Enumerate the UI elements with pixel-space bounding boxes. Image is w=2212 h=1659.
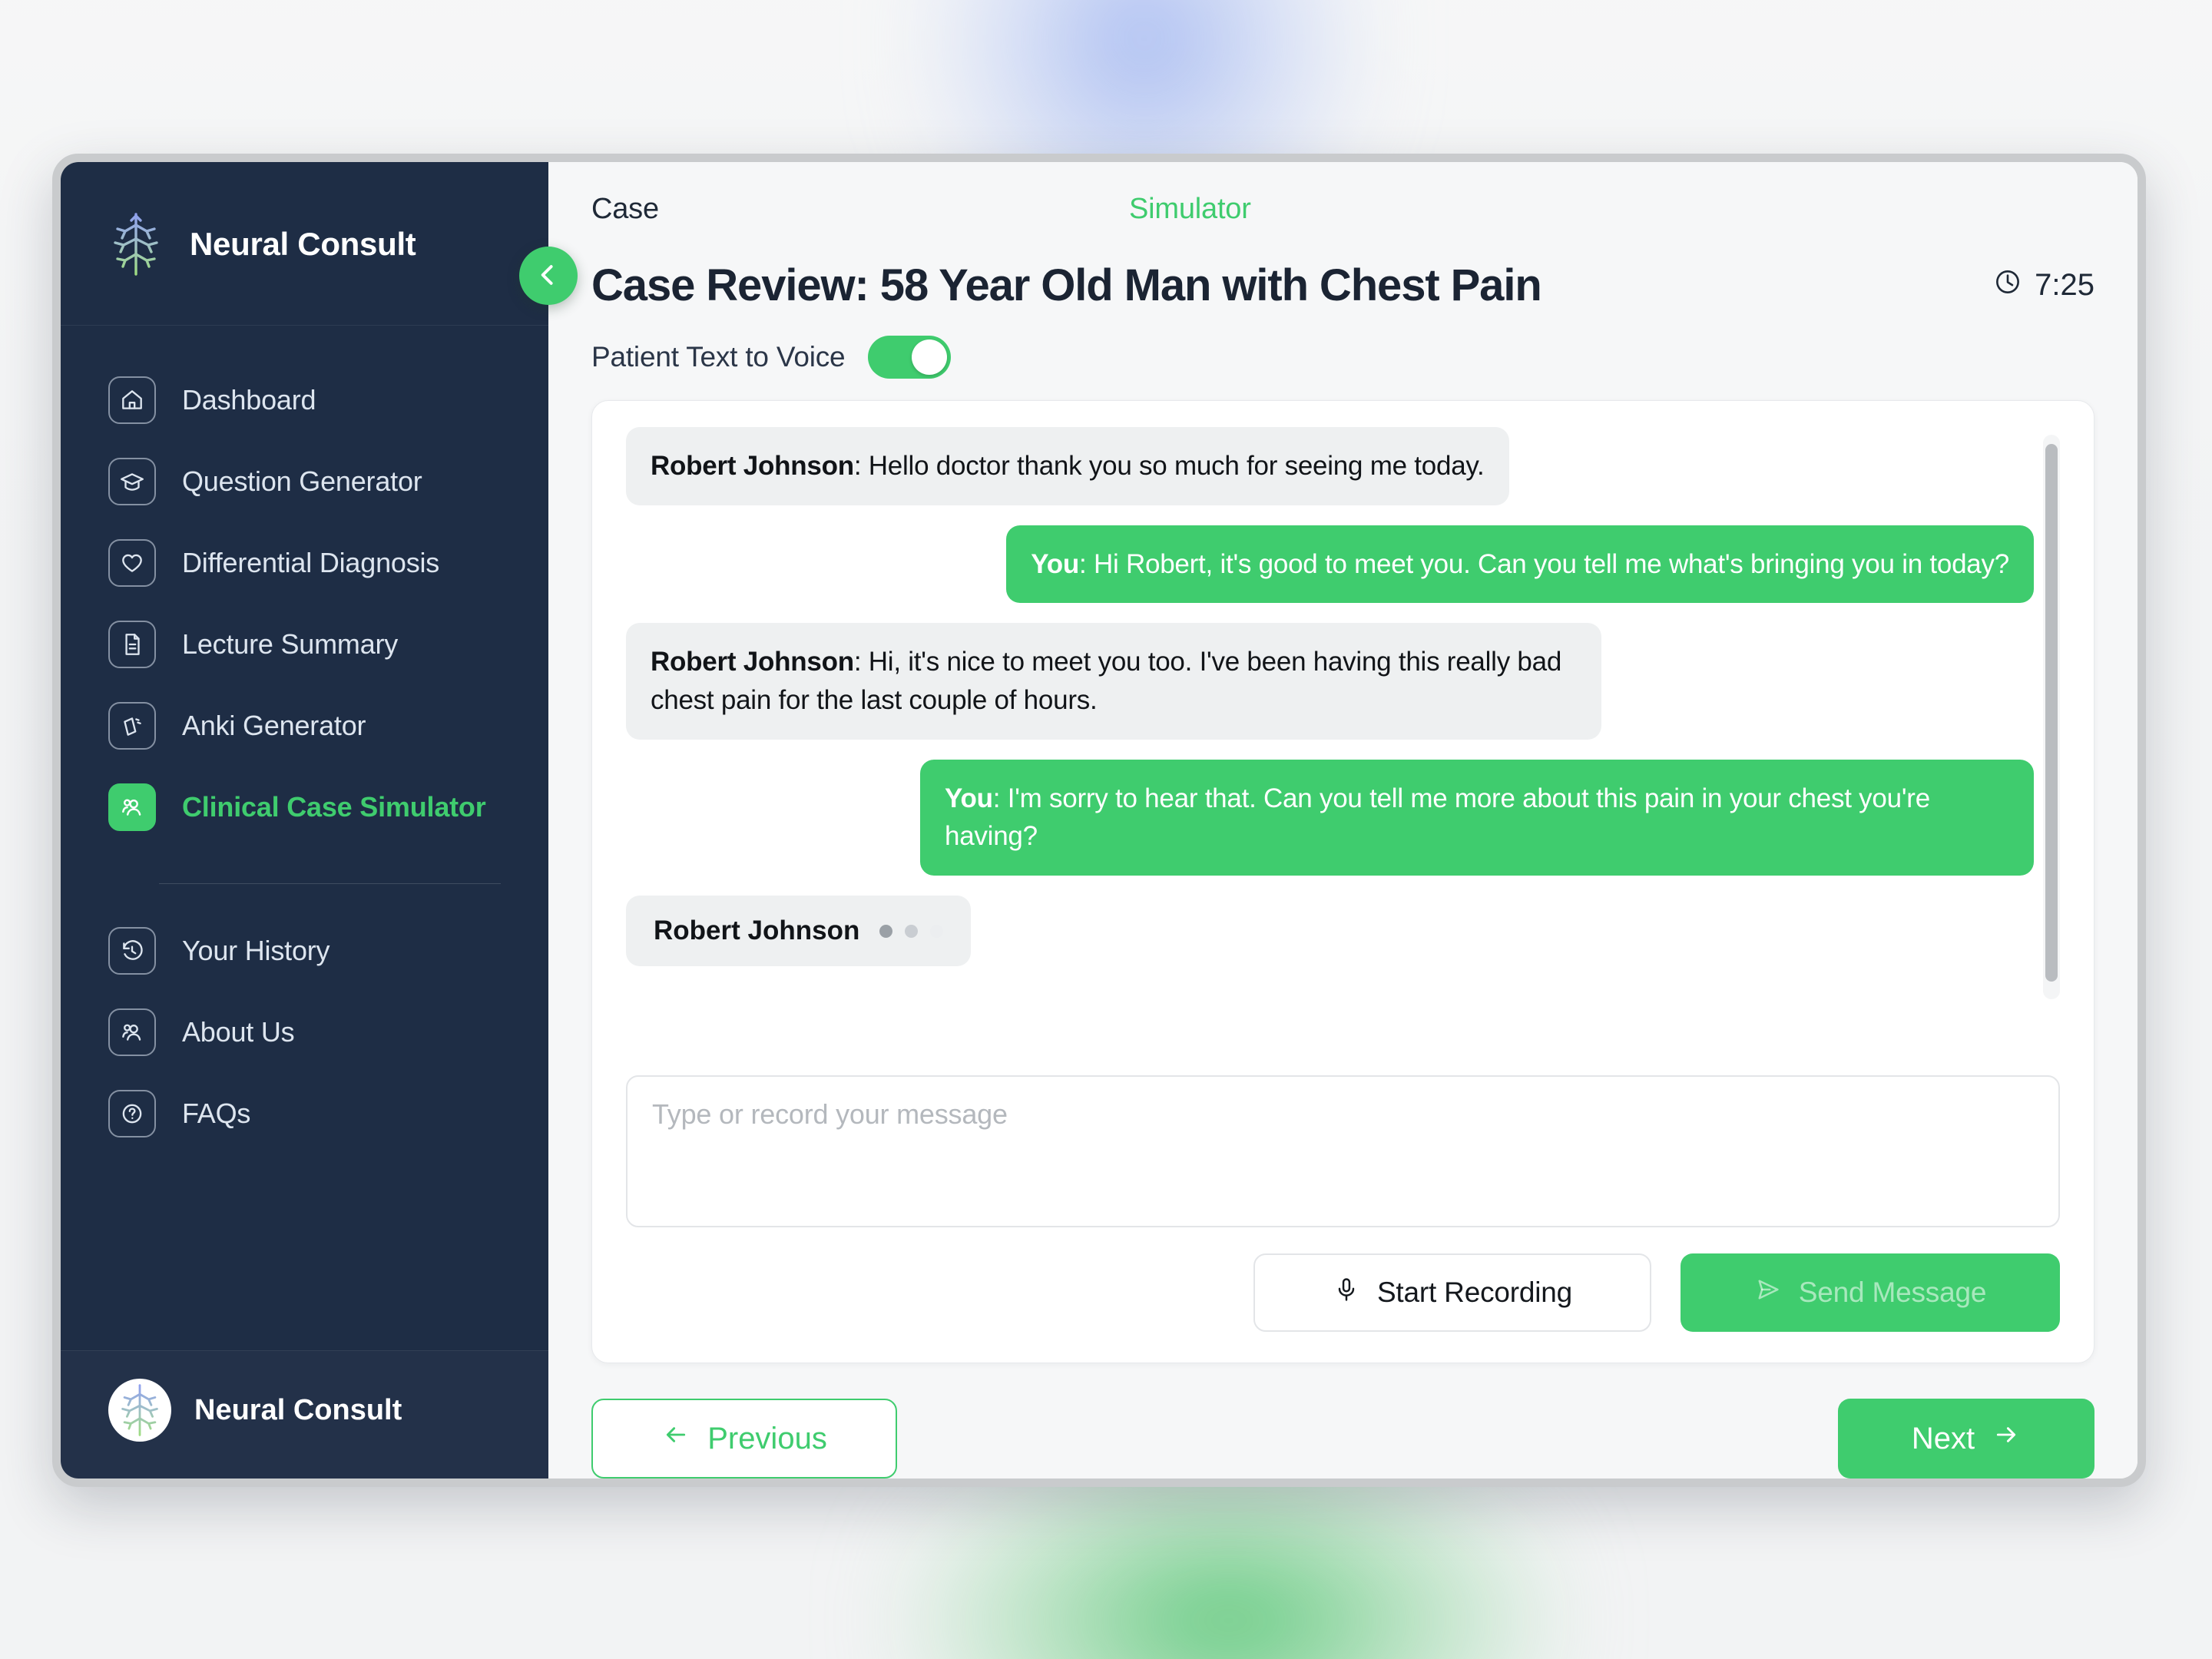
clock-icon <box>1993 267 2022 304</box>
toggle-knob <box>912 339 948 375</box>
people-icon <box>108 783 156 831</box>
sidebar-item-lecture-summary[interactable]: Lecture Summary <box>61 604 548 685</box>
next-label: Next <box>1911 1421 1975 1455</box>
chevron-left-icon <box>535 262 561 290</box>
sidebar-brand: Neural Consult <box>61 162 548 326</box>
sidebar: Neural Consult Dashboard Question Genera… <box>61 162 578 1479</box>
sidebar-item-label: Anki Generator <box>182 710 366 741</box>
chat-panel: Robert Johnson: Hello doctor thank you s… <box>591 400 2094 1363</box>
composer-actions: Start Recording Send Message <box>626 1227 2060 1332</box>
sidebar-user-profile[interactable]: Neural Consult <box>61 1350 548 1479</box>
start-recording-label: Start Recording <box>1376 1277 1573 1308</box>
sidebar-secondary-nav: Your History About Us FAQs <box>61 906 548 1154</box>
sidebar-item-label: Your History <box>182 935 330 966</box>
message-speaker: Robert Johnson <box>651 647 854 677</box>
message-text: Hello doctor thank you so much for seein… <box>868 451 1485 481</box>
question-circle-icon <box>108 1090 156 1137</box>
start-recording-button[interactable]: Start Recording <box>1253 1253 1651 1332</box>
sidebar-item-your-history[interactable]: Your History <box>61 910 548 992</box>
sidebar-item-label: Question Generator <box>182 465 422 497</box>
message-text: Hi Robert, it's good to meet you. Can yo… <box>1093 548 2009 579</box>
text-to-voice-label: Patient Text to Voice <box>591 341 846 373</box>
arrow-left-icon <box>661 1420 690 1457</box>
chat-message: Robert Johnson: Hi, it's nice to meet yo… <box>626 623 2034 740</box>
previous-button[interactable]: Previous <box>591 1399 897 1479</box>
message-input[interactable] <box>626 1075 2060 1227</box>
sidebar-divider <box>159 883 501 884</box>
home-icon <box>108 376 156 424</box>
session-timer: 7:25 <box>1993 267 2094 304</box>
text-to-voice-toggle[interactable] <box>868 336 952 379</box>
people-icon <box>108 1008 156 1056</box>
chat-message: You: I'm sorry to hear that. Can you tel… <box>626 759 2034 876</box>
sidebar-item-differential-diagnosis[interactable]: Differential Diagnosis <box>61 522 548 604</box>
sidebar-primary-nav: Dashboard Question Generator Differentia… <box>61 326 548 848</box>
tab-case[interactable]: Case <box>591 193 1129 226</box>
sidebar-item-clinical-case-simulator[interactable]: Clinical Case Simulator <box>61 767 548 848</box>
sidebar-item-anki-generator[interactable]: Anki Generator <box>61 685 548 767</box>
chat-scrollbar-thumb[interactable] <box>2045 444 2058 982</box>
heart-icon <box>108 539 156 587</box>
avatar <box>108 1379 171 1442</box>
send-message-button[interactable]: Send Message <box>1681 1253 2060 1332</box>
next-button[interactable]: Next <box>1838 1399 2094 1479</box>
message-text: I'm sorry to hear that. Can you tell me … <box>945 783 1930 852</box>
text-to-voice-row: Patient Text to Voice <box>591 322 2094 400</box>
page-title-row: Case Review: 58 Year Old Man with Chest … <box>591 246 2094 322</box>
brand-name: Neural Consult <box>190 226 416 262</box>
app-window: Neural Consult Dashboard Question Genera… <box>52 154 2146 1487</box>
previous-label: Previous <box>707 1421 827 1455</box>
tab-bar: Case Simulator <box>591 193 2094 246</box>
typing-indicator: Robert Johnson <box>626 896 2034 967</box>
chat-message: Robert Johnson: Hello doctor thank you s… <box>626 427 2034 505</box>
sidebar-item-about-us[interactable]: About Us <box>61 992 548 1073</box>
graduation-cap-icon <box>108 458 156 505</box>
send-message-label: Send Message <box>1798 1277 1987 1308</box>
document-icon <box>108 621 156 668</box>
paper-plane-icon <box>1754 1276 1782 1310</box>
chat-scrollbar[interactable] <box>2043 435 2060 999</box>
sidebar-item-label: Clinical Case Simulator <box>182 791 486 823</box>
sidebar-item-label: About Us <box>182 1016 295 1048</box>
typing-speaker-name: Robert Johnson <box>654 916 860 946</box>
cards-icon <box>108 702 156 750</box>
timer-value: 7:25 <box>2035 268 2094 302</box>
sidebar-item-label: Dashboard <box>182 384 316 416</box>
sidebar-item-label: Lecture Summary <box>182 628 399 660</box>
neuron-tree-icon <box>108 213 164 276</box>
chat-message: You: Hi Robert, it's good to meet you. C… <box>626 525 2034 604</box>
sidebar-item-question-generator[interactable]: Question Generator <box>61 441 548 522</box>
sidebar-item-faqs[interactable]: FAQs <box>61 1073 548 1154</box>
message-speaker: Robert Johnson <box>651 451 854 481</box>
message-speaker: You <box>1031 548 1079 579</box>
page-title: Case Review: 58 Year Old Man with Chest … <box>591 260 1542 310</box>
sidebar-item-dashboard[interactable]: Dashboard <box>61 359 548 441</box>
message-speaker: You <box>945 783 993 813</box>
sidebar-item-label: Differential Diagnosis <box>182 547 440 578</box>
microphone-icon <box>1333 1276 1360 1310</box>
arrow-right-icon <box>1992 1420 2021 1457</box>
tab-simulator[interactable]: Simulator <box>1129 193 1251 226</box>
typing-dots-icon <box>879 924 944 938</box>
wizard-navigation: Previous Next <box>591 1363 2094 1479</box>
sidebar-item-label: FAQs <box>182 1098 251 1129</box>
sidebar-user-name: Neural Consult <box>194 1393 402 1426</box>
main-content: Case Simulator Case Review: 58 Year Old … <box>548 162 2137 1479</box>
sidebar-collapse-button[interactable] <box>519 247 578 305</box>
message-list: Robert Johnson: Hello doctor thank you s… <box>626 427 2060 1075</box>
history-clock-icon <box>108 927 156 975</box>
